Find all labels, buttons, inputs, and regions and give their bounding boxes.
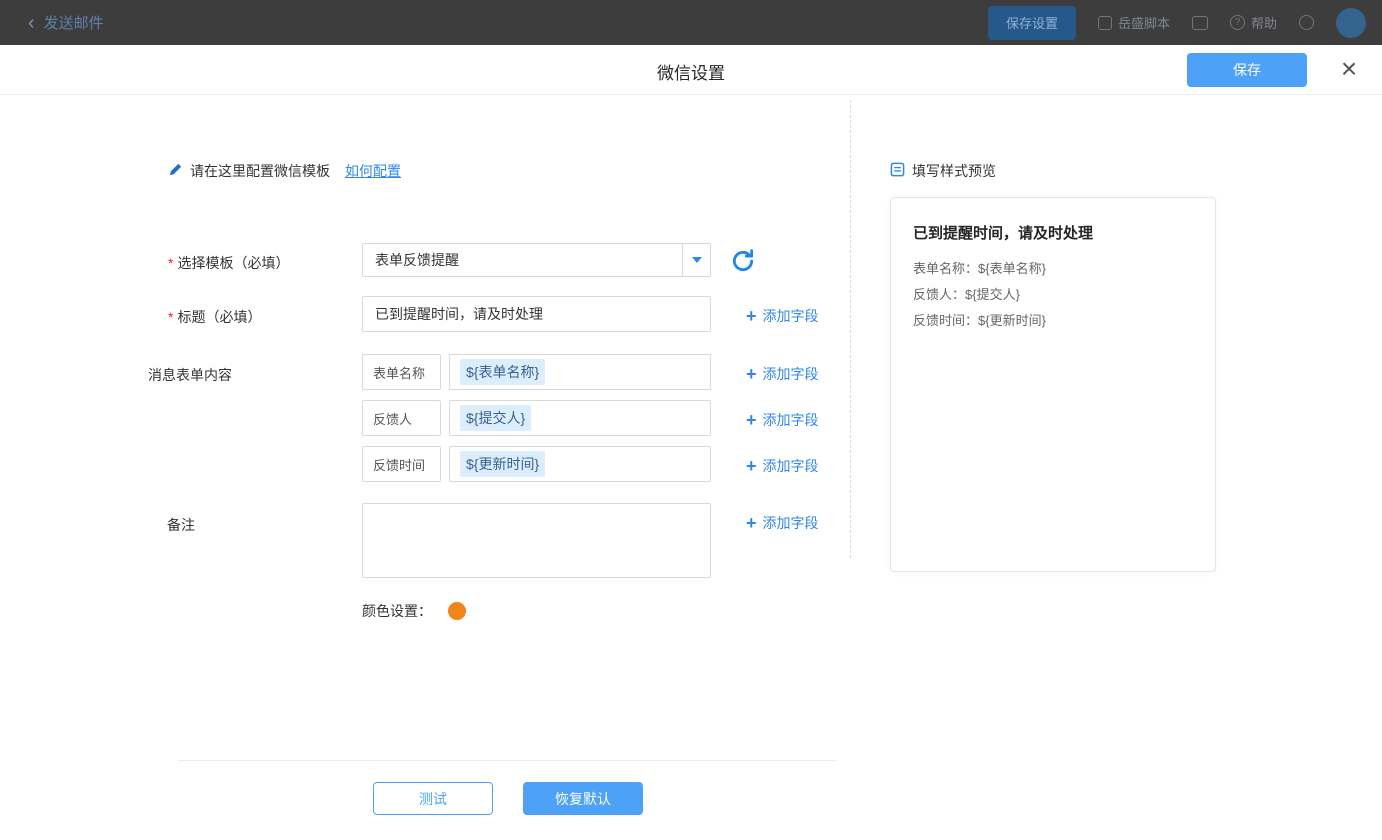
preview-card: 已到提醒时间，请及时处理 表单名称：${表单名称} 反馈人：${提交人} 反馈时…	[890, 197, 1216, 572]
notification-icon[interactable]	[1299, 15, 1314, 30]
background-doc-label: 岳盛脚本	[1118, 13, 1170, 32]
avatar[interactable]	[1336, 8, 1366, 38]
background-help-label: 帮助	[1251, 13, 1277, 32]
topbar-right: 保存设置 岳盛脚本 ? 帮助	[988, 0, 1366, 45]
bottom-divider	[178, 760, 837, 761]
variable-chip: ${表单名称}	[460, 359, 545, 385]
preview-line-2: 反馈人：${提交人}	[913, 282, 1193, 308]
edit-pencil-icon	[168, 162, 183, 180]
title-label: *标题（必填）	[168, 307, 261, 327]
help-icon: ?	[1230, 15, 1245, 30]
preview-header: 填写样式预览	[890, 161, 996, 181]
plus-icon: +	[746, 365, 757, 383]
close-icon[interactable]: ×	[1336, 50, 1362, 88]
preview-line-1: 表单名称：${表单名称}	[913, 256, 1193, 282]
vertical-divider	[850, 100, 851, 558]
add-field-label: 添加字段	[763, 456, 819, 476]
config-hint-row: 请在这里配置微信模板 如何配置	[168, 161, 401, 181]
form-preview-icon	[890, 162, 905, 180]
remark-label: 备注	[167, 515, 195, 535]
remark-textarea[interactable]	[362, 503, 711, 578]
color-setting-row: 颜色设置：	[362, 601, 466, 621]
required-mark: *	[168, 255, 173, 271]
add-field-label: 添加字段	[763, 306, 819, 326]
plus-icon: +	[746, 411, 757, 429]
content-label: 消息表单内容	[148, 365, 232, 385]
how-to-configure-link[interactable]: 如何配置	[345, 161, 401, 181]
wechat-settings-modal: 微信设置 保存 × 请在这里配置微信模板 如何配置 *选择模板（必填） 表单反馈…	[0, 45, 1382, 840]
add-field-link-row3[interactable]: + 添加字段	[746, 456, 819, 476]
color-setting-label: 颜色设置：	[362, 601, 432, 621]
add-field-label: 添加字段	[763, 364, 819, 384]
background-topbar: ‹ 发送邮件 保存设置 岳盛脚本 ? 帮助	[0, 0, 1382, 45]
variable-chip: ${更新时间}	[460, 451, 545, 477]
screen: ‹ 发送邮件 保存设置 岳盛脚本 ? 帮助 微信设置 保存 ×	[0, 0, 1382, 840]
content-value-box-1[interactable]: ${表单名称}	[449, 354, 711, 390]
select-arrow-area[interactable]	[682, 244, 710, 276]
add-field-link-remark[interactable]: + 添加字段	[746, 513, 819, 533]
refresh-icon	[730, 248, 756, 274]
background-help-item[interactable]: ? 帮助	[1230, 13, 1277, 32]
background-page-title: 发送邮件	[44, 12, 104, 33]
add-field-label: 添加字段	[763, 410, 819, 430]
test-button[interactable]: 测试	[373, 782, 493, 815]
preview-header-label: 填写样式预览	[912, 161, 996, 181]
chevron-down-icon	[692, 257, 702, 263]
document-icon	[1098, 16, 1112, 30]
content-field-input-1[interactable]	[362, 354, 441, 390]
content-value-box-3[interactable]: ${更新时间}	[449, 446, 711, 482]
background-doc-item[interactable]: 岳盛脚本	[1098, 13, 1170, 32]
color-swatch[interactable]	[448, 602, 466, 620]
add-field-label: 添加字段	[763, 513, 819, 533]
topbar-left: ‹ 发送邮件	[28, 0, 104, 45]
window-icon[interactable]	[1192, 16, 1208, 30]
required-mark: *	[168, 309, 173, 325]
add-field-link-row1[interactable]: + 添加字段	[746, 364, 819, 384]
add-field-link-title[interactable]: + 添加字段	[746, 306, 819, 326]
preview-title: 已到提醒时间，请及时处理	[913, 222, 1193, 243]
plus-icon: +	[746, 457, 757, 475]
back-icon[interactable]: ‹	[28, 13, 35, 33]
plus-icon: +	[746, 514, 757, 532]
preview-line-3: 反馈时间：${更新时间}	[913, 308, 1193, 334]
add-field-link-row2[interactable]: + 添加字段	[746, 410, 819, 430]
save-button[interactable]: 保存	[1187, 53, 1307, 87]
plus-icon: +	[746, 307, 757, 325]
restore-default-button[interactable]: 恢复默认	[523, 782, 643, 815]
content-value-box-2[interactable]: ${提交人}	[449, 400, 711, 436]
template-label-text: 选择模板（必填）	[177, 255, 289, 271]
config-hint-text: 请在这里配置微信模板	[190, 161, 330, 181]
content-field-input-2[interactable]	[362, 400, 441, 436]
title-input[interactable]	[362, 296, 711, 332]
template-selected-value: 表单反馈提醒	[375, 244, 459, 276]
refresh-templates-button[interactable]	[730, 248, 756, 274]
modal-header: 微信设置 保存 ×	[0, 45, 1382, 95]
template-label: *选择模板（必填）	[168, 253, 289, 273]
title-label-text: 标题（必填）	[177, 309, 261, 325]
modal-title: 微信设置	[0, 59, 1382, 84]
content-field-input-3[interactable]	[362, 446, 441, 482]
template-select[interactable]: 表单反馈提醒	[362, 243, 711, 277]
variable-chip: ${提交人}	[460, 405, 531, 431]
background-action-button[interactable]: 保存设置	[988, 6, 1076, 40]
